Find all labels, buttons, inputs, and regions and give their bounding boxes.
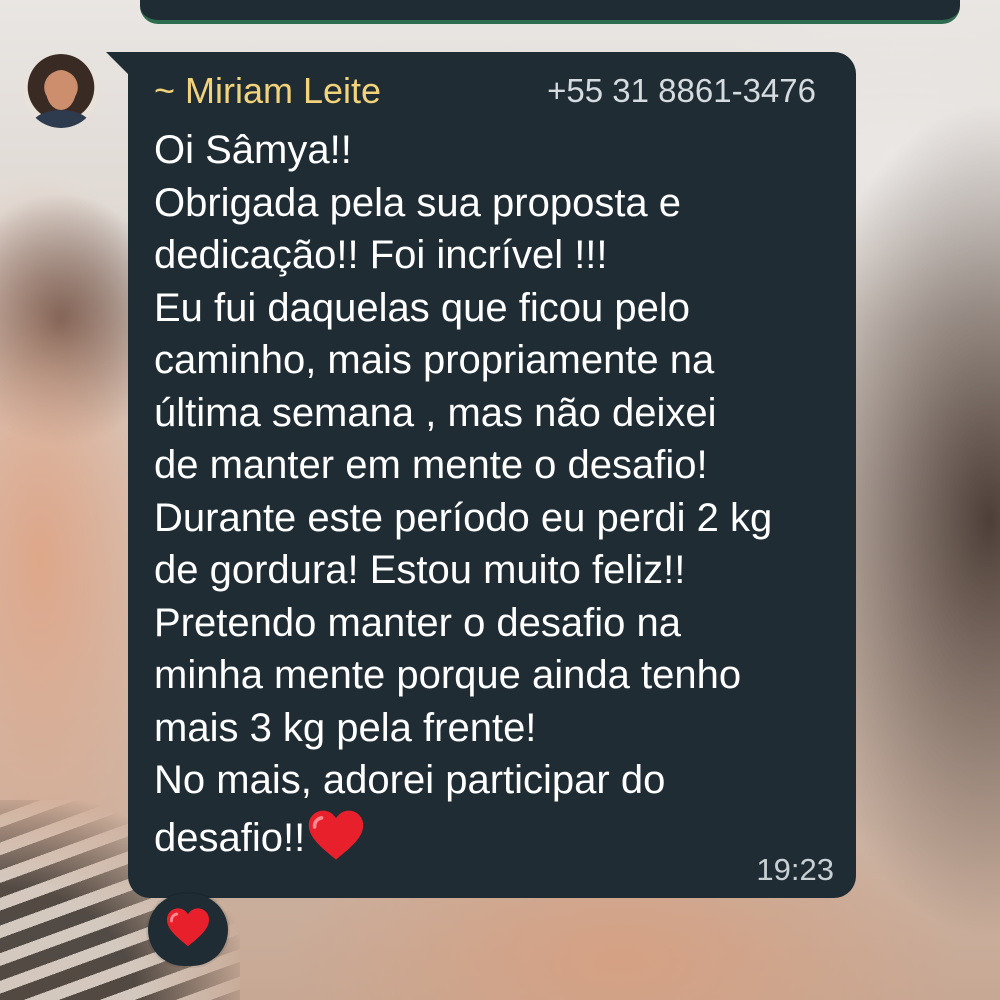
message-line: Oi Sâmya!! <box>154 128 352 172</box>
sender-avatar[interactable] <box>24 54 98 128</box>
red-heart-icon <box>165 907 211 954</box>
message-line-text: desafio!! <box>154 815 306 860</box>
message-line: de manter em mente o desafio! <box>154 443 708 487</box>
message-line: última semana , mas não deixei <box>154 390 717 435</box>
message-line: No mais, adorei participar do <box>154 758 666 802</box>
message-line-last: desafio!! <box>154 807 844 865</box>
message-line: dedicação!! Foi incrível !!! <box>154 233 608 277</box>
reaction-badge[interactable] <box>148 894 228 966</box>
sender-name[interactable]: ~ Miriam Leite <box>154 70 381 112</box>
avatar-face <box>46 70 76 110</box>
message-line: Durante este período eu perdi 2 kg <box>154 495 773 540</box>
message-bubble[interactable]: ~ Miriam Leite +55 31 8861-3476 Oi Sâmya… <box>106 52 856 898</box>
message-line: Pretendo manter o desafio na <box>154 600 682 645</box>
previous-message-bubble[interactable] <box>140 0 960 24</box>
avatar-shirt <box>32 110 90 128</box>
red-heart-icon <box>307 807 365 865</box>
message-timestamp: 19:23 <box>756 852 834 887</box>
message-line: caminho, mais propriamente na <box>154 338 715 382</box>
message-line: de gordura! Estou muito feliz!! <box>154 548 686 592</box>
sender-phone[interactable]: +55 31 8861-3476 <box>547 72 816 110</box>
message-text: Oi Sâmya!! Obrigada pela sua proposta e … <box>154 124 844 865</box>
message-line: minha mente porque ainda tenho <box>154 653 742 697</box>
message-line: mais 3 kg pela frente! <box>154 705 537 750</box>
message-line: Eu fui daquelas que ficou pelo <box>154 285 690 330</box>
message-line: Obrigada pela sua proposta e <box>154 180 682 225</box>
